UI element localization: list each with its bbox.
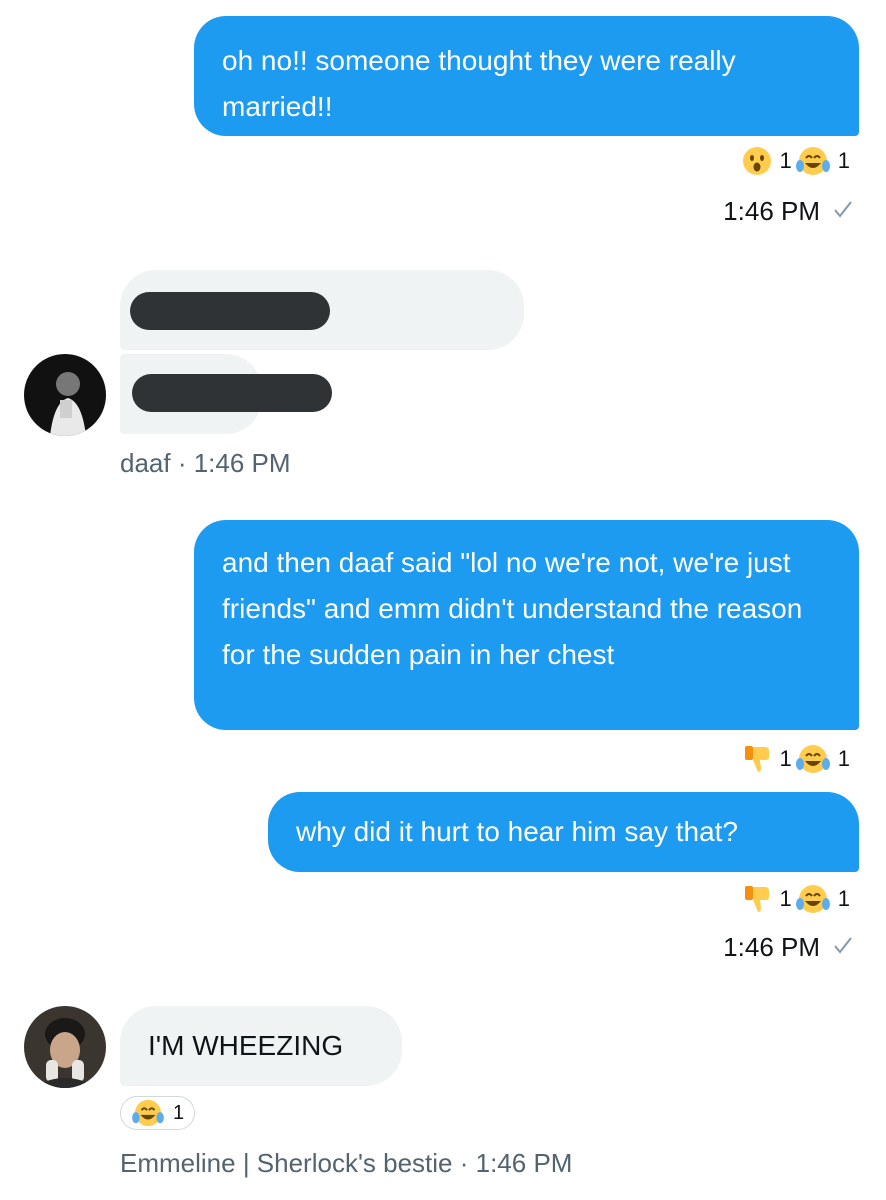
message-text: and then daaf said "lol no we're not, we…: [222, 547, 803, 670]
redacted-text-bar: [132, 374, 332, 412]
reactions-row: 1 1: [742, 744, 855, 774]
thumbs-down-icon: [742, 744, 772, 774]
tears-of-joy-face-icon: [795, 146, 830, 176]
tears-of-joy-face-icon: [131, 1099, 165, 1127]
reaction-count: 1: [837, 886, 850, 911]
sender-meta: daaf · 1:46 PM: [120, 448, 291, 478]
reaction-tears-of-joy[interactable]: 1: [795, 146, 854, 176]
sent-check-icon: [832, 932, 854, 963]
sender-meta: Emmeline | Sherlock's bestie · 1:46 PM: [120, 1148, 573, 1178]
message-bubble-incoming-redacted[interactable]: [120, 354, 332, 434]
message-bubble-outgoing[interactable]: why did it hurt to hear him say that?: [268, 792, 859, 872]
tears-of-joy-face-icon: [795, 884, 830, 914]
message-bubble-incoming[interactable]: I'M WHEEZING: [120, 1006, 402, 1086]
avatar-daaf[interactable]: [24, 354, 106, 436]
message-text: oh no!! someone thought they were really…: [222, 45, 736, 122]
tears-of-joy-face-icon: [795, 744, 830, 774]
message-status: 1:46 PM: [723, 196, 854, 227]
message-bubble-outgoing[interactable]: oh no!! someone thought they were really…: [194, 16, 859, 136]
timestamp: 1:46 PM: [723, 932, 820, 962]
sent-check-icon: [832, 196, 854, 227]
message-bubble-outgoing[interactable]: and then daaf said "lol no we're not, we…: [194, 520, 859, 730]
reactions-row: 1 1: [742, 884, 855, 914]
reaction-count: 1: [779, 746, 792, 771]
message-text: I'M WHEEZING: [148, 1030, 344, 1061]
reaction-count: 1: [779, 148, 792, 173]
timestamp: 1:46 PM: [723, 196, 820, 226]
redacted-text-bar: [130, 292, 330, 330]
reaction-count: 1: [779, 886, 792, 911]
reaction-count: 1: [837, 746, 850, 771]
reaction-pill[interactable]: 1: [120, 1096, 196, 1130]
message-text: why did it hurt to hear him say that?: [296, 816, 738, 847]
reaction-astonished[interactable]: 1: [742, 146, 796, 176]
astonished-face-icon: [742, 146, 772, 176]
reaction-thumbs-down[interactable]: 1: [742, 744, 796, 774]
avatar-emmeline[interactable]: [24, 1006, 106, 1088]
reaction-tears-of-joy[interactable]: 1: [795, 744, 854, 774]
reactions-row: 1 1: [742, 146, 855, 176]
thumbs-down-icon: [742, 884, 772, 914]
message-status: 1:46 PM: [723, 932, 854, 963]
reaction-tears-of-joy[interactable]: 1: [795, 884, 854, 914]
reaction-count: 1: [837, 148, 850, 173]
message-bubble-incoming-redacted[interactable]: [120, 270, 524, 350]
reaction-thumbs-down[interactable]: 1: [742, 884, 796, 914]
reaction-count: 1: [173, 1101, 185, 1124]
